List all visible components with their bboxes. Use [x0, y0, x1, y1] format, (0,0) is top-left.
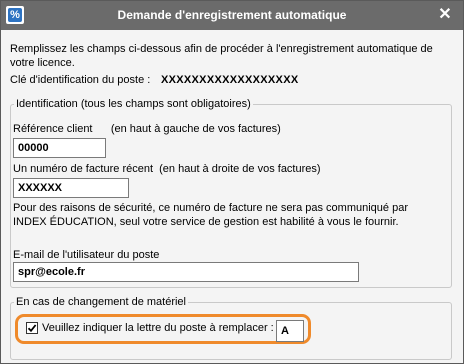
reference-client-input[interactable]	[13, 138, 106, 158]
email-label: E-mail de l'utilisateur du poste	[13, 249, 160, 261]
registration-dialog: Demande d'enregistrement automatique ✕ R…	[0, 0, 464, 364]
cle-value: XXXXXXXXXXXXXXXXXX	[161, 74, 299, 86]
window-title: Demande d'enregistrement automatique	[117, 8, 347, 22]
replace-station-label: Veuillez indiquer la lettre du poste à r…	[42, 322, 274, 334]
invoice-number-input[interactable]	[13, 178, 129, 198]
reference-client-label: Référence client (en haut à gauche de vo…	[13, 123, 281, 135]
invoice-number-label: Un numéro de facture récent (en haut à d…	[13, 163, 321, 175]
cle-label: Clé d'identification du poste :	[10, 74, 151, 86]
hardware-change-legend: En cas de changement de matériel	[16, 296, 186, 308]
close-icon[interactable]: ✕	[435, 5, 455, 25]
dialog-content: Remplissez les champs ci-dessous afin de…	[1, 30, 463, 363]
security-note: Pour des raisons de sécurité, ce numéro …	[13, 202, 408, 228]
replace-station-checkbox[interactable]	[26, 322, 38, 334]
email-input[interactable]	[13, 262, 359, 282]
checkmark-icon	[27, 324, 37, 333]
station-letter-input[interactable]	[276, 320, 304, 342]
title-bar: Demande d'enregistrement automatique ✕	[1, 1, 463, 30]
identification-legend: Identification (tous les champs sont obl…	[16, 98, 251, 110]
intro-text: Remplissez les champs ci-dessous afin de…	[10, 43, 433, 69]
